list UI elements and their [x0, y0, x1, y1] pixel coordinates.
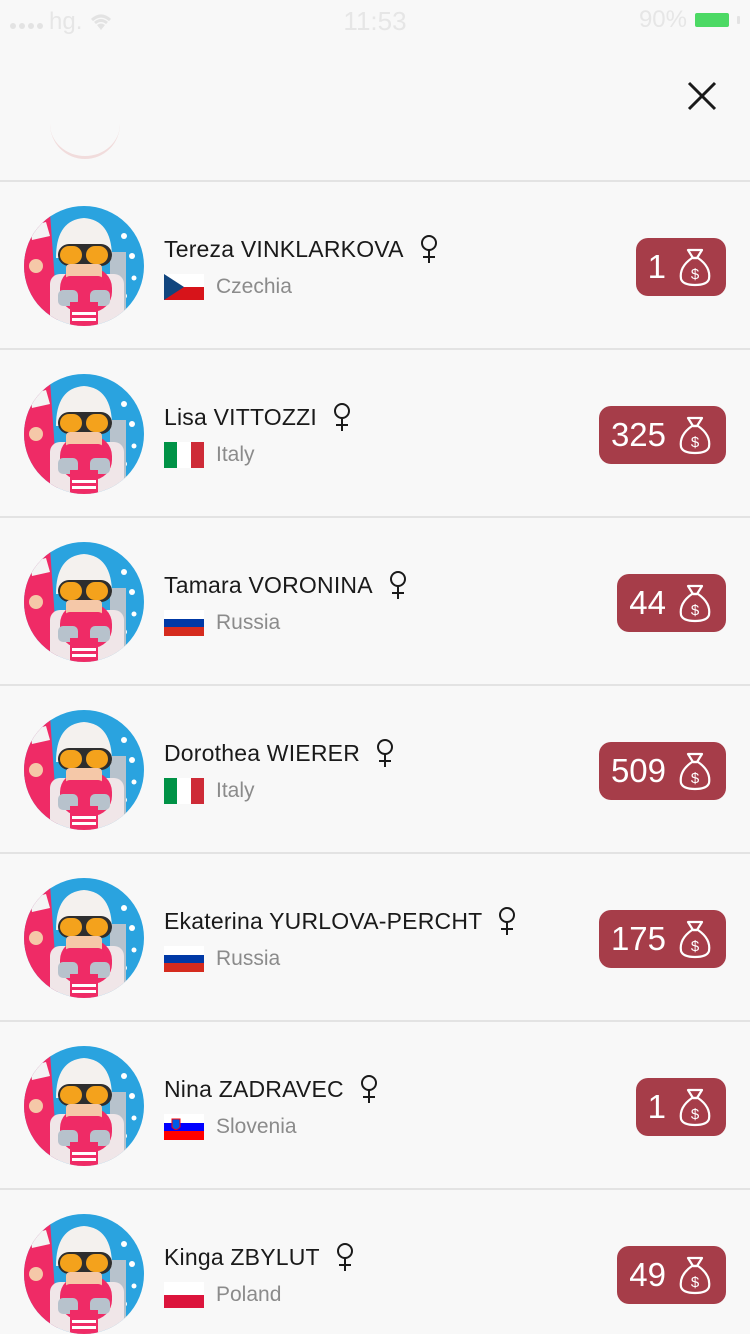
battery-percent: 90% — [638, 6, 687, 33]
athlete-row[interactable]: Nina ZADRAVEC Slovenia 1 $ — [0, 1022, 750, 1190]
flag-si-icon — [164, 1114, 204, 1140]
country-line: Italy — [164, 778, 255, 804]
flag-pl-icon — [164, 1282, 204, 1308]
points-value: 1 — [647, 248, 666, 285]
female-symbol-icon — [389, 571, 406, 599]
flag-it-icon — [164, 778, 204, 804]
athlete-row[interactable]: Ekaterina YURLOVA-PERCHT Russia 175 $ — [0, 854, 750, 1022]
athlete-list: Tereza VINKLARKOVA Czechia 1 $ Lisa VITT… — [0, 182, 750, 1334]
points-badge[interactable]: 1 $ — [635, 1078, 726, 1136]
athlete-name: Kinga ZBYLUT — [164, 1243, 320, 1270]
female-symbol-icon — [360, 1075, 377, 1103]
flag-cz-icon — [164, 274, 204, 300]
money-bag-dollar-icon: $ — [679, 1256, 711, 1295]
name-line: Tamara VORONINA — [164, 570, 409, 600]
athlete-row[interactable]: Tamara VORONINA Russia 44 $ — [0, 518, 750, 686]
svg-text:$: $ — [691, 266, 700, 283]
female-symbol-icon — [377, 739, 394, 767]
money-bag-dollar-icon: $ — [679, 248, 711, 287]
flag-ru-icon — [164, 610, 204, 636]
female-symbol-icon — [499, 907, 516, 935]
points-badge[interactable]: 509 $ — [598, 742, 726, 800]
athlete-row[interactable]: Kinga ZBYLUT Poland 49 $ — [0, 1190, 750, 1334]
female-symbol-icon — [420, 235, 437, 263]
athlete-row[interactable]: Lisa VITTOZZI Italy 325 $ — [0, 350, 750, 518]
country-line: Russia — [164, 610, 280, 636]
country-line: Slovenia — [164, 1114, 297, 1140]
athlete-avatar — [24, 374, 144, 494]
country-name: Russia — [216, 947, 281, 970]
name-line: Tereza VINKLARKOVA — [164, 234, 440, 264]
country-name: Italy — [216, 443, 255, 466]
country-line: Poland — [164, 1282, 281, 1308]
money-bag-dollar-icon: $ — [679, 416, 711, 455]
athlete-avatar — [24, 1214, 144, 1334]
flag-it-icon — [164, 442, 204, 468]
points-badge[interactable]: 175 $ — [598, 910, 726, 968]
svg-text:$: $ — [691, 602, 700, 619]
athlete-avatar — [24, 878, 144, 998]
female-symbol-icon — [336, 1243, 353, 1271]
athlete-name: Nina ZADRAVEC — [164, 1075, 344, 1102]
country-line: Italy — [164, 442, 255, 468]
athlete-name: Lisa VITTOZZI — [164, 403, 317, 430]
athlete-name: Dorothea WIERER — [164, 739, 361, 766]
points-value: 49 — [629, 1256, 666, 1293]
close-button[interactable] — [676, 70, 728, 122]
female-symbol-icon — [333, 403, 350, 431]
money-bag-dollar-icon: $ — [679, 584, 711, 623]
flag-ru-icon — [164, 946, 204, 972]
points-value: 44 — [629, 584, 666, 621]
money-bag-dollar-icon: $ — [679, 1088, 711, 1127]
athlete-row[interactable]: Tereza VINKLARKOVA Czechia 1 $ — [0, 182, 750, 350]
name-line: Lisa VITTOZZI — [164, 402, 353, 432]
money-bag-dollar-icon: $ — [679, 752, 711, 791]
athlete-avatar — [24, 710, 144, 830]
athlete-row[interactable]: Dorothea WIERER Italy 509 $ — [0, 686, 750, 854]
svg-text:$: $ — [691, 938, 700, 955]
athlete-name: Ekaterina YURLOVA-PERCHT — [164, 907, 483, 934]
athlete-avatar — [24, 1046, 144, 1166]
name-line: Dorothea WIERER — [164, 738, 396, 768]
screen: hg. 11:53 90% Tereza VINKLARKOVA Czechia… — [0, 0, 750, 1334]
points-badge[interactable]: 49 $ — [617, 1246, 726, 1304]
athlete-avatar — [24, 206, 144, 326]
country-name: Czechia — [216, 275, 292, 298]
close-icon — [687, 81, 717, 111]
name-line: Ekaterina YURLOVA-PERCHT — [164, 906, 518, 936]
money-bag-dollar-icon: $ — [679, 920, 711, 959]
points-badge[interactable]: 44 $ — [617, 574, 726, 632]
points-value: 509 — [610, 752, 666, 789]
battery-tip — [737, 16, 740, 24]
country-name: Russia — [216, 611, 281, 634]
points-value: 325 — [610, 416, 666, 453]
svg-text:$: $ — [691, 434, 700, 451]
status-right: 90% — [639, 6, 740, 34]
svg-text:$: $ — [691, 1274, 700, 1291]
country-name: Poland — [216, 1283, 282, 1306]
name-line: Kinga ZBYLUT — [164, 1242, 356, 1272]
battery-icon — [695, 13, 729, 27]
points-value: 175 — [610, 920, 666, 957]
points-badge[interactable]: 325 $ — [598, 406, 726, 464]
country-name: Slovenia — [216, 1115, 297, 1138]
athlete-avatar — [24, 542, 144, 662]
country-name: Italy — [216, 779, 255, 802]
status-bar: hg. 11:53 90% — [0, 0, 750, 40]
points-badge[interactable]: 1 $ — [635, 238, 726, 296]
svg-text:$: $ — [691, 1106, 700, 1123]
svg-text:$: $ — [691, 770, 700, 787]
status-time: 11:53 — [343, 6, 407, 36]
partial-avatar — [50, 96, 120, 159]
athlete-name: Tamara VORONINA — [164, 571, 373, 598]
athlete-name: Tereza VINKLARKOVA — [164, 235, 404, 262]
country-line: Czechia — [164, 274, 292, 300]
country-line: Russia — [164, 946, 280, 972]
name-line: Nina ZADRAVEC — [164, 1074, 380, 1104]
points-value: 1 — [647, 1088, 666, 1125]
